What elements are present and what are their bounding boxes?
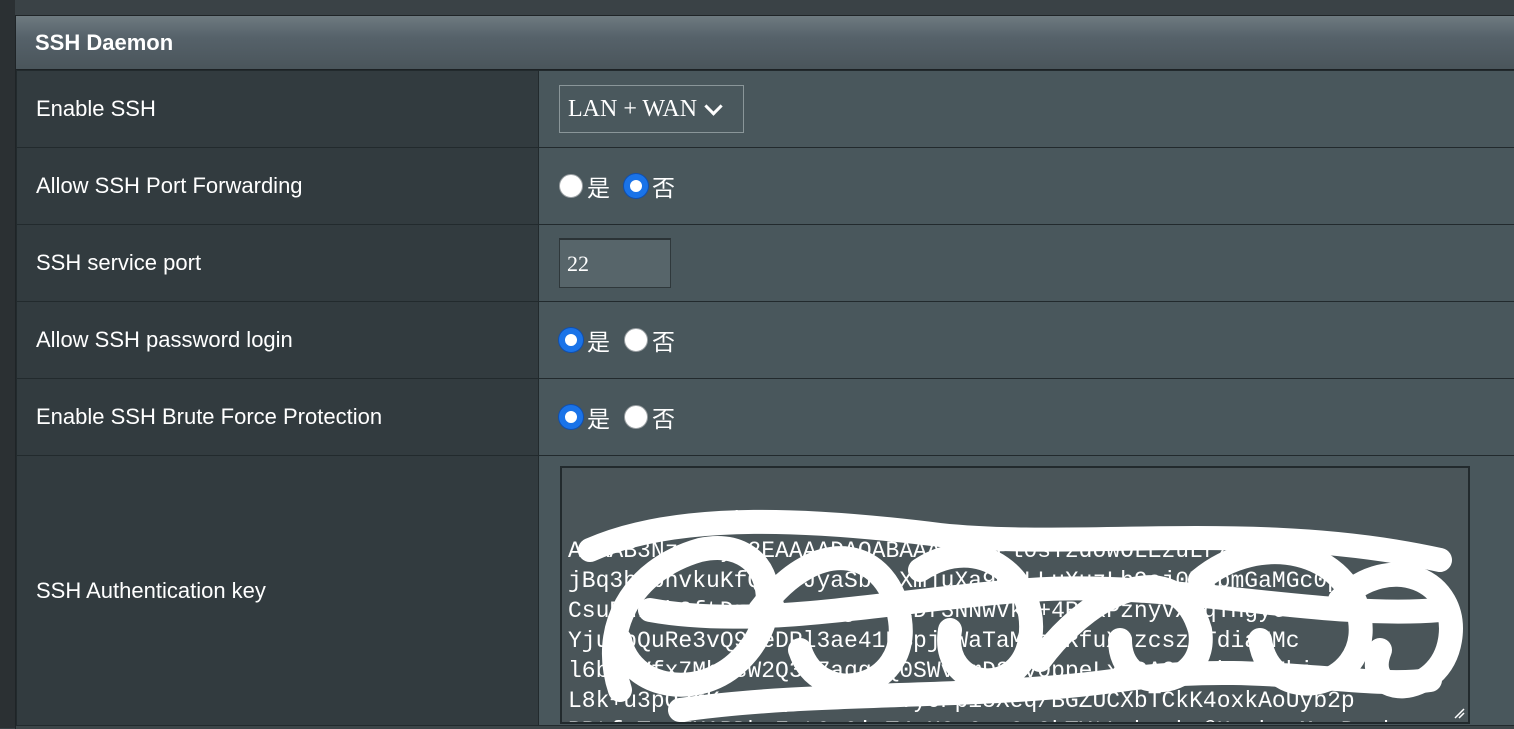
enable-ssh-label: Enable SSH <box>17 71 539 148</box>
password-login-yes-radio[interactable] <box>559 328 583 352</box>
enable-ssh-row: Enable SSH LAN + WAN <box>17 71 1514 148</box>
service-port-row: SSH service port 22 <box>17 225 1514 302</box>
brute-force-yes-label[interactable]: 是 <box>587 400 610 434</box>
port-forwarding-yes-label[interactable]: 是 <box>587 169 610 203</box>
port-forwarding-radio-group: 是 否 <box>559 169 1514 203</box>
service-port-label: SSH service port <box>17 225 539 302</box>
service-port-input[interactable]: 22 <box>559 238 671 288</box>
password-login-yes-label[interactable]: 是 <box>587 323 610 357</box>
settings-table: Enable SSH LAN + WAN Allow SSH Port Forw… <box>16 70 1514 726</box>
brute-force-yes-radio[interactable] <box>559 405 583 429</box>
password-login-no-label[interactable]: 否 <box>652 323 675 357</box>
panel-title: SSH Daemon <box>16 16 1514 70</box>
password-login-row: Allow SSH password login 是 否 <box>17 302 1514 379</box>
brute-force-radio-group: 是 否 <box>559 400 1514 434</box>
auth-key-label: SSH Authentication key <box>17 456 539 726</box>
password-login-label: Allow SSH password login <box>17 302 539 379</box>
password-login-no-radio[interactable] <box>624 328 648 352</box>
enable-ssh-select[interactable]: LAN + WAN <box>559 85 744 133</box>
enable-ssh-selected-value: LAN + WAN <box>568 96 697 123</box>
page-margin <box>0 0 15 728</box>
password-login-radio-group: 是 否 <box>559 323 1514 357</box>
resize-grip-icon[interactable] <box>1453 707 1465 719</box>
port-forwarding-label: Allow SSH Port Forwarding <box>17 148 539 225</box>
ssh-daemon-panel: SSH Daemon Enable SSH LAN + WAN Allow SS… <box>15 15 1514 729</box>
auth-key-textarea[interactable]: ssh-rsa AAAAB3NzaC1yc2EAAAADAQABAAABAQDP… <box>560 466 1470 724</box>
chevron-down-icon <box>704 97 722 115</box>
brute-force-no-label[interactable]: 否 <box>652 400 675 434</box>
auth-key-row: SSH Authentication key ssh-rsa AAAAB3Nza… <box>17 456 1514 726</box>
brute-force-row: Enable SSH Brute Force Protection 是 否 <box>17 379 1514 456</box>
port-forwarding-row: Allow SSH Port Forwarding 是 否 <box>17 148 1514 225</box>
brute-force-label: Enable SSH Brute Force Protection <box>17 379 539 456</box>
port-forwarding-yes-radio[interactable] <box>559 174 583 198</box>
port-forwarding-no-label[interactable]: 否 <box>652 169 675 203</box>
port-forwarding-no-radio[interactable] <box>624 174 648 198</box>
auth-key-text: ssh-rsa AAAAB3NzaC1yc2EAAAADAQABAAABAQDP… <box>568 508 1410 724</box>
brute-force-no-radio[interactable] <box>624 405 648 429</box>
